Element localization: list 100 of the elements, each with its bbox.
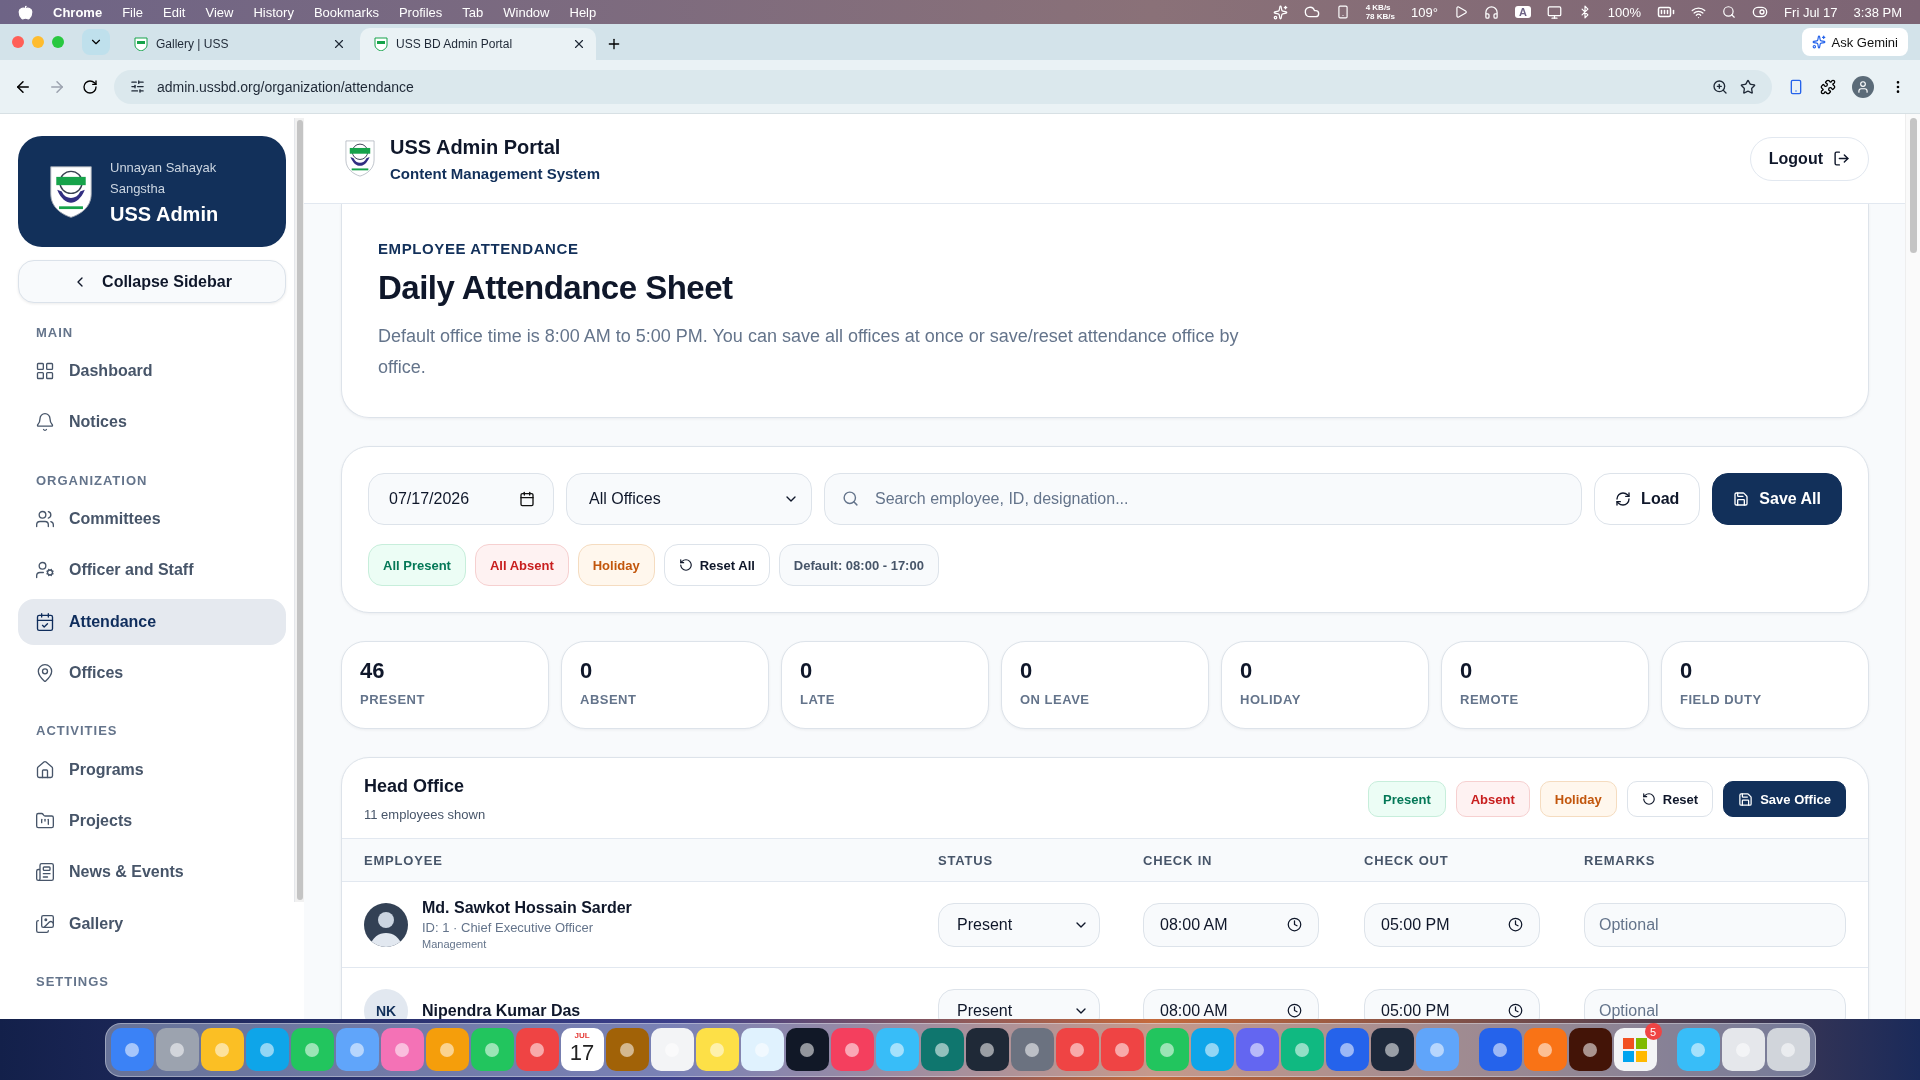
menu-item[interactable]: Window [503,4,550,20]
nav-item[interactable]: Committees [18,495,286,543]
status-select[interactable]: Present [938,902,1100,947]
office-action-button[interactable]: Absent [1455,781,1530,817]
new-tab-icon[interactable] [606,36,622,52]
maximize-window-button[interactable] [52,36,64,48]
remarks-field[interactable]: Optional [1584,988,1846,1019]
menu-item[interactable]: Profiles [398,4,443,20]
nav-item[interactable]: Attendance [18,598,286,645]
quick-action-button[interactable]: All Absent [474,544,569,586]
date-field[interactable]: 07/17/2026 [368,473,554,525]
check-out-field[interactable]: 05:00 PM [1364,988,1540,1019]
app-icon[interactable] [245,1028,289,1071]
cloud-icon[interactable] [1303,4,1320,20]
app-icon[interactable] [110,1028,154,1071]
office-action-button[interactable]: Holiday [1539,781,1617,817]
ask-gemini-button[interactable]: Ask Gemini [1801,28,1908,56]
app-icon[interactable] [155,1028,199,1071]
wifi-icon[interactable] [1691,4,1707,20]
close-tab-icon[interactable] [332,37,346,51]
menu-item[interactable]: Chrome [53,4,103,20]
menu-item[interactable]: Edit [163,4,186,20]
app-icon[interactable] [380,1028,424,1071]
office-action-button[interactable]: Present [1368,781,1446,817]
nav-item[interactable]: Notices [18,399,286,446]
sliders-icon[interactable] [130,79,145,94]
app-icon[interactable] [740,1028,784,1071]
nav-item[interactable]: News & Events [18,849,286,896]
input-source[interactable]: A [1514,6,1531,18]
app-icon[interactable] [425,1028,469,1071]
app-icon[interactable] [605,1028,649,1071]
app-icon[interactable] [695,1028,739,1071]
nav-item[interactable]: Gallery [18,900,286,947]
menu-item[interactable]: Bookmarks [313,4,379,20]
apple-icon[interactable] [18,4,33,20]
quick-action-button[interactable]: All Present [368,544,466,586]
app-icon[interactable] [1721,1028,1765,1071]
nav-item[interactable]: Dashboard [18,347,286,395]
office-action-button[interactable]: Reset [1626,781,1714,817]
extensions-icon[interactable] [1820,78,1836,95]
address-bar[interactable]: admin.ussbd.org/organization/attendance [114,69,1772,104]
play-icon[interactable] [1453,5,1468,19]
menu-item[interactable]: History [253,4,294,20]
tab-search-button[interactable] [82,29,110,55]
zoom-icon[interactable] [1712,78,1728,95]
check-in-field[interactable]: 08:00 AM [1143,902,1319,947]
app-icon[interactable] [1478,1028,1522,1071]
menu-item[interactable]: Help [569,4,597,20]
check-in-field[interactable]: 08:00 AM [1143,988,1319,1019]
browser-tab[interactable]: Gallery | USS [120,28,356,60]
logout-button[interactable]: Logout [1749,136,1869,181]
check-out-field[interactable]: 05:00 PM [1364,902,1540,947]
star-icon[interactable] [1740,78,1756,95]
profile-avatar[interactable] [1852,75,1874,98]
app-icon[interactable] [1325,1028,1369,1071]
save-all-button[interactable]: Save All [1712,473,1842,525]
search-field[interactable]: Search employee, ID, designation... [824,473,1583,525]
app-icon[interactable] [1370,1028,1414,1071]
app-icon[interactable] [290,1028,334,1071]
search-icon[interactable] [1722,5,1737,19]
load-button[interactable]: Load [1594,473,1701,525]
app-icon[interactable] [920,1028,964,1071]
app-icon[interactable] [1676,1028,1720,1071]
control-center-icon[interactable] [1752,4,1769,20]
sparkle-icon[interactable] [1272,4,1288,20]
app-icon[interactable] [785,1028,829,1071]
remarks-field[interactable]: Optional [1584,902,1846,947]
nav-item[interactable]: Officer and Staff [18,547,286,594]
nav-item[interactable]: Projects [18,797,286,845]
monitor-icon[interactable] [1546,4,1562,20]
app-icon[interactable] [965,1028,1009,1071]
reload-icon[interactable] [82,78,98,95]
app-icon[interactable] [1568,1028,1612,1071]
app-icon[interactable] [1010,1028,1054,1071]
browser-tab[interactable]: USS BD Admin Portal [360,28,596,60]
app-icon[interactable] [335,1028,379,1071]
app-icon[interactable] [1613,1028,1657,1071]
close-tab-icon[interactable] [572,37,586,51]
status-select[interactable]: Present [938,988,1100,1019]
calendar-app-icon[interactable]: JUL 17 [560,1028,604,1071]
scrollbar-thumb[interactable] [296,120,303,900]
nav-item[interactable]: Offices [18,649,286,697]
office-select[interactable]: All Offices [566,473,812,525]
menu-item[interactable]: Tab [462,4,484,20]
app-icon[interactable] [470,1028,514,1071]
phone-icon[interactable] [1788,78,1804,95]
menu-item[interactable]: File [122,4,144,20]
nav-item[interactable]: Programs [18,746,286,793]
quick-action-button[interactable]: Holiday [577,544,655,586]
quick-action-button[interactable]: Reset All [663,544,770,586]
close-window-button[interactable] [12,36,24,48]
office-action-button[interactable]: Save Office [1723,781,1846,817]
app-icon[interactable] [1766,1028,1810,1071]
menu-item[interactable]: View [205,4,234,20]
app-icon[interactable] [650,1028,694,1071]
collapse-sidebar-button[interactable]: Collapse Sidebar [18,260,286,303]
headphones-icon[interactable] [1483,4,1499,20]
scrollbar-thumb[interactable] [1909,118,1917,253]
phone-icon[interactable] [1335,5,1350,19]
app-icon[interactable] [200,1028,244,1071]
